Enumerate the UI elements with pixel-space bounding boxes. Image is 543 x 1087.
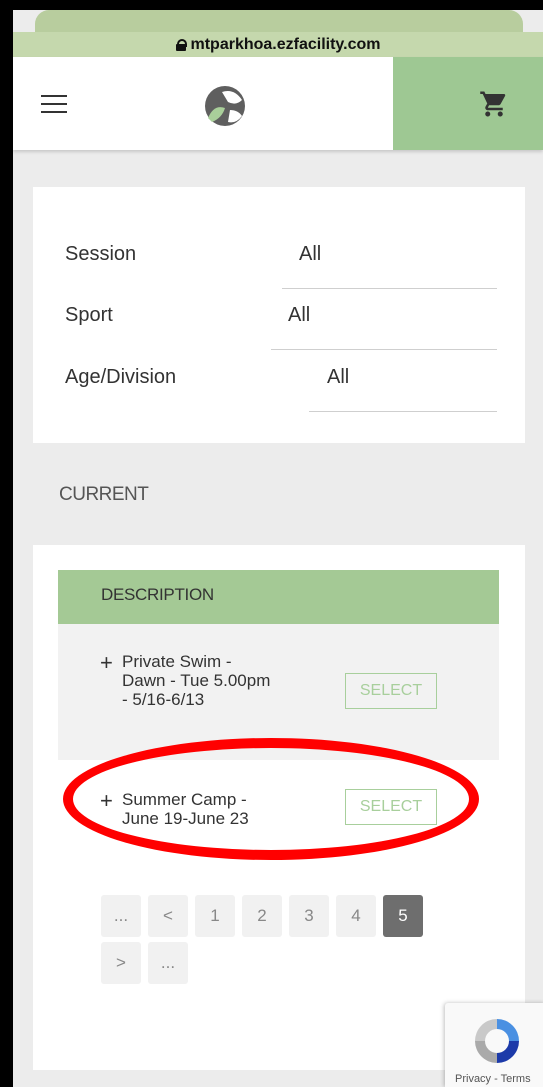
- recaptcha-links[interactable]: Privacy - Terms: [455, 1073, 531, 1085]
- table-header: DESCRIPTION: [58, 570, 499, 624]
- page-4-button[interactable]: 4: [336, 895, 376, 937]
- select-button[interactable]: SELECT: [345, 789, 437, 825]
- page-next-button[interactable]: >: [101, 942, 141, 984]
- page-prev-button[interactable]: <: [148, 895, 188, 937]
- sport-select[interactable]: All: [288, 304, 310, 327]
- age-division-filter[interactable]: Age/Division All: [33, 360, 525, 412]
- filter-panel: Session All Sport All Age/Division All: [33, 187, 525, 443]
- page-3-button[interactable]: 3: [289, 895, 329, 937]
- sport-label: Sport: [65, 304, 113, 326]
- table-row: + Private Swim - Dawn - Tue 5.00pm - 5/1…: [58, 624, 499, 760]
- table-row: + Summer Camp - June 19-June 23 SELECT: [58, 760, 499, 860]
- site-header: [13, 57, 543, 150]
- page-1-button[interactable]: 1: [195, 895, 235, 937]
- page-first-ellipsis[interactable]: ...: [101, 895, 141, 937]
- session-select[interactable]: All: [299, 243, 321, 266]
- page-2-button[interactable]: 2: [242, 895, 282, 937]
- expand-icon[interactable]: +: [100, 790, 113, 812]
- sport-filter[interactable]: Sport All: [33, 298, 525, 350]
- address-bar[interactable]: mtparkhoa.ezfacility.com: [13, 32, 543, 57]
- program-name: Summer Camp - June 19-June 23: [122, 790, 249, 828]
- recaptcha-badge[interactable]: Privacy - Terms: [445, 1003, 543, 1087]
- cart-icon: [480, 91, 506, 116]
- hamburger-icon[interactable]: [41, 95, 67, 113]
- select-button[interactable]: SELECT: [345, 673, 437, 709]
- url-text: mtparkhoa.ezfacility.com: [190, 35, 381, 53]
- recaptcha-icon: [475, 1019, 519, 1063]
- session-filter[interactable]: Session All: [33, 237, 525, 289]
- lock-icon: [175, 39, 187, 51]
- page-5-button[interactable]: 5: [383, 895, 423, 937]
- program-name: Private Swim - Dawn - Tue 5.00pm - 5/16-…: [122, 652, 271, 709]
- cart-button[interactable]: [393, 57, 543, 150]
- expand-icon[interactable]: +: [100, 652, 113, 674]
- age-division-label: Age/Division: [65, 366, 177, 388]
- section-title: CURRENT: [59, 484, 149, 505]
- facility-logo[interactable]: [200, 84, 250, 128]
- phone-screen: mtparkhoa.ezfacility.com Session All Spo…: [13, 10, 543, 1087]
- programs-panel: DESCRIPTION + Private Swim - Dawn - Tue …: [33, 545, 525, 1070]
- session-label: Session: [65, 243, 137, 265]
- page-last-ellipsis[interactable]: ...: [148, 942, 188, 984]
- age-division-select[interactable]: All: [327, 366, 349, 389]
